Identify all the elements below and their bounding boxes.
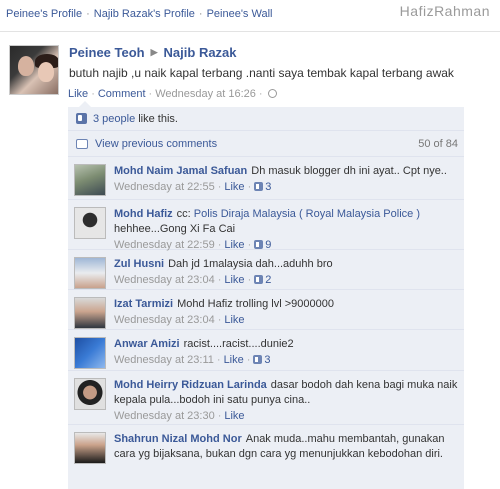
comment-meta: Wednesday at 23:04 · Like [114,314,245,326]
post-comment-link[interactable]: Comment [98,88,146,100]
post-header: Peinee Teoh ▶ Najib Razak [69,45,492,60]
breadcrumb-najib-profile[interactable]: Najib Razak's Profile [94,8,195,20]
breadcrumb-separator: · [86,8,90,20]
commenter-name-link[interactable]: Shahrun Nizal Mohd Nor [114,433,242,445]
comment-timestamp[interactable]: Wednesday at 23:04 [114,314,215,326]
breadcrumb-peinee-profile[interactable]: Peinee's Profile [6,8,82,20]
breadcrumb-peinee-wall[interactable]: Peinee's Wall [207,8,273,20]
commenter-name-link[interactable]: Zul Husni [114,258,164,270]
comment-text: Anwar Amizi racist....racist....dunie2 [114,330,464,352]
comment-item: Mohd Heirry Ridzuan Larinda dasar bodoh d… [68,371,464,425]
like-thumb-icon [254,275,264,284]
comment-body: Mohd Hafiz trolling lvl >9000000 [177,298,334,310]
comment-cc-prefix: cc: [176,208,194,220]
comment-text: Shahrun Nizal Mohd Nor Anak muda..mahu me… [114,425,464,462]
post-author-avatar[interactable] [9,45,59,95]
comment-like-link[interactable]: Like [224,314,244,326]
post-target-link[interactable]: Najib Razak [164,45,237,60]
like-thumb-icon [254,182,264,191]
comment-like-link[interactable]: Like [224,274,244,286]
like-thumb-icon [253,355,263,364]
breadcrumb-separator: · [198,8,203,20]
post-author-link[interactable]: Peinee Teoh [69,45,145,60]
post-timestamp[interactable]: Wednesday at 16:26 [155,88,256,100]
comments-panel: 3 people like this. View previous commen… [68,107,464,489]
post-text: butuh najib ,u naik kapal terbang .nanti… [69,66,454,80]
commenter-avatar[interactable] [74,257,106,289]
comment-text: Mohd Heirry Ridzuan Larinda dasar bodoh d… [114,371,464,408]
comment-body: hehhee...Gong Xi Fa Cai [114,223,236,235]
commenter-avatar[interactable] [74,378,106,410]
comment-like-link[interactable]: Like [224,410,244,422]
comment-item: Anwar Amizi racist....racist....dunie2 We… [68,330,464,371]
commenter-avatar[interactable] [74,337,106,369]
comment-item: Mohd Naim Jamal Safuan Dh masuk blogger d… [68,157,464,200]
comment-timestamp[interactable]: Wednesday at 22:55 [114,181,215,193]
post-like-link[interactable]: Like [68,88,88,100]
likes-row: 3 people like this. [68,107,464,131]
comment-like-link[interactable]: Like [224,354,244,366]
commenter-name-link[interactable]: Mohd Hafiz [114,208,173,220]
commenter-name-link[interactable]: Anwar Amizi [114,338,180,350]
commenter-avatar[interactable] [74,164,106,196]
likers-link[interactable]: 3 people [93,113,135,125]
divider [0,31,500,32]
commenter-avatar[interactable] [74,297,106,329]
comment-meta: Wednesday at 23:04 · Like · 2 [114,274,272,286]
comment-meta: Wednesday at 23:11 · Like · 3 [114,354,271,366]
comment-count: 50 of 84 [418,137,458,150]
commenter-name-link[interactable]: Izat Tarmizi [114,298,173,310]
comment-timestamp[interactable]: Wednesday at 23:11 [114,354,214,366]
likes-text: like this. [138,112,178,125]
globe-icon [267,89,277,98]
watermark: HafizRahman [399,3,490,19]
commenter-name-link[interactable]: Mohd Heirry Ridzuan Larinda [114,379,267,391]
comment-meta: Wednesday at 23:30 · Like [114,410,245,422]
comment-meta: Wednesday at 22:55 · Like · 3 [114,181,272,193]
mentioned-page-link[interactable]: Polis Diraja Malaysia ( Royal Malaysia P… [194,208,420,220]
comment-like-link[interactable]: Like [224,181,244,193]
comment-text: Izat Tarmizi Mohd Hafiz trolling lvl >900… [114,290,464,312]
comment-text: Mohd Hafiz cc: Polis Diraja Malaysia ( Ro… [114,200,464,237]
post-body: Peinee Teoh ▶ Najib Razak butuh najib ,u… [69,45,492,80]
comment-bubble-icon [76,138,88,149]
comment-item: Izat Tarmizi Mohd Hafiz trolling lvl >900… [68,290,464,330]
commenter-avatar[interactable] [74,432,106,464]
view-previous-row: View previous comments 50 of 84 [68,131,464,157]
comment-body: Dah jd 1malaysia dah...aduhh bro [168,258,333,270]
like-thumb-icon [76,113,87,124]
comment-like-count[interactable]: 3 [265,181,271,193]
comment-item: Mohd Hafiz cc: Polis Diraja Malaysia ( Ro… [68,200,464,251]
comment-timestamp[interactable]: Wednesday at 23:30 [114,410,215,422]
comment-text: Zul Husni Dah jd 1malaysia dah...aduhh br… [114,250,464,272]
comment-item: Zul Husni Dah jd 1malaysia dah...aduhh br… [68,250,464,290]
commenter-name-link[interactable]: Mohd Naim Jamal Safuan [114,165,247,177]
meta-dot: · [148,88,153,100]
meta-dot: · [258,88,263,100]
comment-body: racist....racist....dunie2 [183,338,294,350]
commenter-avatar[interactable] [74,207,106,239]
comment-body: Dh masuk blogger dh ini ayat.. Cpt nye.. [251,165,447,177]
post-meta: Like · Comment · Wednesday at 16:26 · [68,88,277,100]
like-thumb-icon [254,240,264,249]
comment-timestamp[interactable]: Wednesday at 23:04 [114,274,215,286]
comment-text: Mohd Naim Jamal Safuan Dh masuk blogger d… [114,157,464,179]
comment-like-count[interactable]: 3 [264,354,270,366]
breadcrumb: Peinee's Profile · Najib Razak's Profile… [6,8,272,20]
comment-item: Shahrun Nizal Mohd Nor Anak muda..mahu me… [68,425,464,465]
arrow-right-icon: ▶ [150,47,158,57]
comment-like-count[interactable]: 2 [265,274,271,286]
view-previous-comments-link[interactable]: View previous comments [95,138,217,150]
meta-dot: · [91,88,95,100]
